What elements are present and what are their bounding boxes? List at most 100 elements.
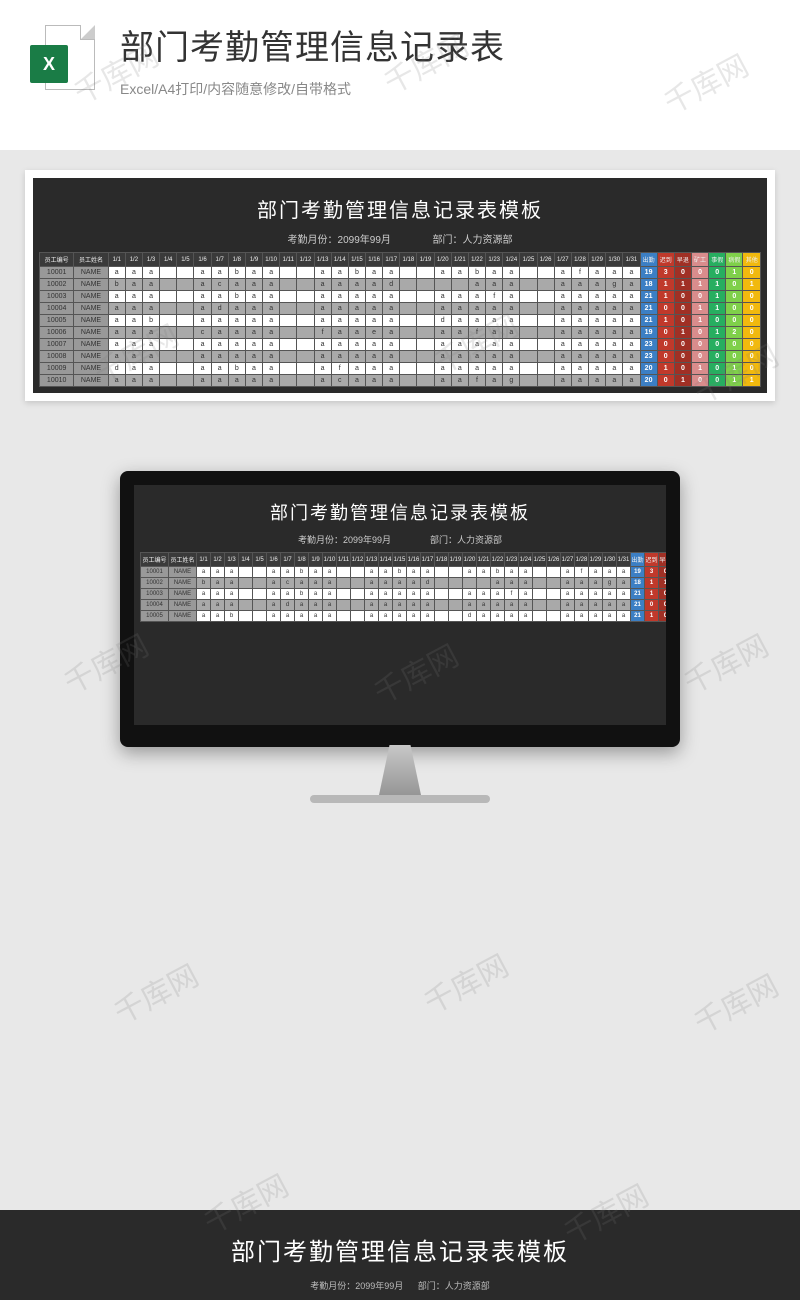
cell-day: a	[491, 589, 505, 600]
cell-day: a	[211, 291, 228, 303]
cell-day: a	[331, 303, 348, 315]
cell-sum: 0	[657, 375, 674, 387]
col-day: 1/25	[533, 553, 547, 567]
cell-day	[239, 600, 253, 611]
cell-day: a	[617, 611, 631, 622]
cell-empname: NAME	[169, 578, 197, 589]
cell-day: a	[245, 291, 262, 303]
cell-day: a	[383, 327, 400, 339]
cell-day	[417, 303, 434, 315]
cell-day: a	[228, 351, 245, 363]
cell-sum: 0	[709, 339, 726, 351]
col-day: 1/24	[519, 553, 533, 567]
cell-empid: 10009	[40, 363, 74, 375]
cell-day: a	[589, 279, 606, 291]
cell-empid: 10003	[40, 291, 74, 303]
cell-day	[537, 315, 554, 327]
cell-sum: 0	[657, 303, 674, 315]
cell-day: a	[554, 279, 571, 291]
cell-sum: 1	[674, 327, 691, 339]
col-day: 1/29	[589, 553, 603, 567]
cell-sum: 0	[659, 589, 667, 600]
cell-day	[160, 303, 177, 315]
cell-day: b	[228, 291, 245, 303]
cell-sum: 0	[659, 567, 667, 578]
cell-sum: 0	[674, 339, 691, 351]
col-day: 1/5	[253, 553, 267, 567]
cell-day: a	[108, 267, 125, 279]
cell-day: a	[486, 267, 503, 279]
cell-sum: 0	[691, 375, 708, 387]
cell-day: a	[503, 327, 520, 339]
attendance-table-mini: 员工编号员工姓名1/11/21/31/41/51/61/71/81/91/101…	[140, 552, 666, 622]
cell-day: a	[348, 339, 365, 351]
cell-day: a	[477, 589, 491, 600]
cell-sum: 21	[631, 611, 645, 622]
cell-day	[239, 589, 253, 600]
cell-day: a	[197, 611, 211, 622]
cell-day: a	[505, 567, 519, 578]
cell-day: a	[503, 303, 520, 315]
col-day: 1/22	[468, 253, 485, 267]
cell-day: a	[486, 363, 503, 375]
cell-empname: NAME	[74, 291, 108, 303]
col-sum: 迟到	[645, 553, 659, 567]
col-sum: 出勤	[640, 253, 657, 267]
cell-day: a	[194, 351, 211, 363]
cell-sum: 23	[640, 339, 657, 351]
cell-sum: 1	[657, 315, 674, 327]
col-day: 1/25	[520, 253, 537, 267]
cell-sum: 0	[743, 291, 761, 303]
cell-day: a	[589, 291, 606, 303]
col-day: 1/11	[280, 253, 297, 267]
cell-day	[449, 578, 463, 589]
cell-day: a	[348, 327, 365, 339]
cell-day: a	[309, 600, 323, 611]
cell-day	[177, 351, 194, 363]
cell-day: a	[228, 327, 245, 339]
cell-day: a	[623, 351, 640, 363]
cell-day	[537, 363, 554, 375]
cell-day	[547, 589, 561, 600]
cell-day: a	[606, 351, 623, 363]
cell-day: a	[267, 567, 281, 578]
cell-sum: 1	[674, 375, 691, 387]
cell-day: a	[606, 303, 623, 315]
cell-day: b	[108, 279, 125, 291]
cell-day	[537, 267, 554, 279]
cell-sum: 1	[645, 578, 659, 589]
cell-sum: 1	[657, 363, 674, 375]
cell-day	[280, 351, 297, 363]
col-day: 1/10	[323, 553, 337, 567]
cell-day: a	[142, 267, 159, 279]
cell-day: d	[281, 600, 295, 611]
cell-day	[239, 611, 253, 622]
cell-day: a	[295, 600, 309, 611]
cell-day	[351, 611, 365, 622]
cell-sum: 19	[640, 327, 657, 339]
cell-day: a	[393, 611, 407, 622]
cell-day	[253, 567, 267, 578]
cell-day: a	[379, 578, 393, 589]
cell-day: a	[623, 363, 640, 375]
cell-day: f	[331, 363, 348, 375]
cell-day: f	[486, 291, 503, 303]
col-day: 1/16	[407, 553, 421, 567]
cell-day: a	[503, 339, 520, 351]
cell-day: a	[263, 339, 280, 351]
cell-day: f	[468, 327, 485, 339]
cell-day	[533, 578, 547, 589]
table-row: 10004NAMEaaaadaaaaaaaaaaaaaaaaaa21001100	[141, 600, 667, 611]
cell-sum: 21	[640, 315, 657, 327]
page-subtitle: Excel/A4打印/内容随意修改/自带格式	[0, 79, 800, 99]
cell-day: a	[142, 363, 159, 375]
cell-day: a	[323, 567, 337, 578]
cell-day	[520, 351, 537, 363]
cell-day: d	[421, 578, 435, 589]
cell-day: a	[407, 611, 421, 622]
cell-day: a	[331, 327, 348, 339]
cell-day	[351, 589, 365, 600]
cell-day	[160, 279, 177, 291]
page-title: 部门考勤管理信息记录表	[0, 20, 800, 69]
cell-day: a	[197, 567, 211, 578]
